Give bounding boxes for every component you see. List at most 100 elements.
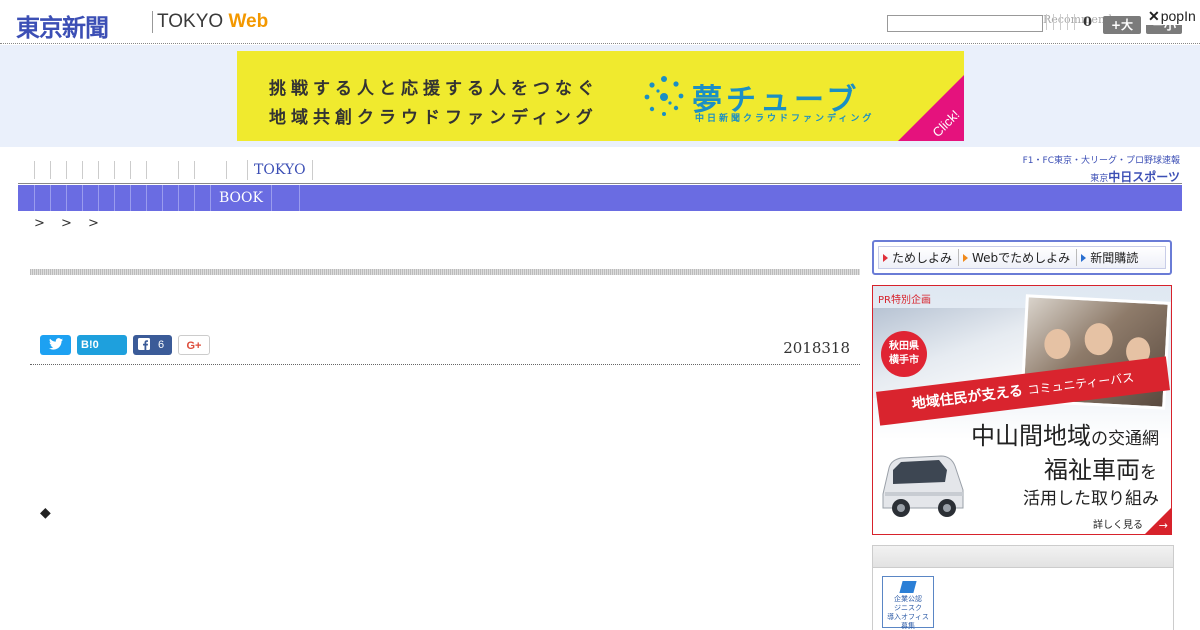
nav-item-tokyo[interactable]: TOKYO — [247, 160, 313, 180]
banner-line1: 挑戦する人と応援する人をつなぐ — [269, 79, 599, 99]
dream-tube-logo-icon — [644, 76, 684, 116]
twitter-share-button[interactable] — [40, 335, 71, 355]
subscribe-label: 新聞購読 — [1090, 251, 1139, 265]
sub-nav-item[interactable] — [162, 185, 178, 211]
logo-tokyo-text: TOKYO — [157, 11, 224, 32]
pr-headline-2: 福祉車両を — [1044, 450, 1157, 485]
nav-item[interactable] — [114, 161, 130, 179]
logo-tokyo-web[interactable]: TOKYO Web — [157, 11, 268, 33]
popin-label: popIn — [1160, 8, 1196, 24]
office-recruit-badge[interactable]: 企業公認 ジニスク 導入オフィス 募集 — [882, 576, 934, 630]
article-date: 2018318 — [783, 339, 850, 357]
ribbon-main: 地域住民が支える — [911, 383, 1024, 413]
web-trial-reading-label: Webでためしよみ — [972, 251, 1071, 265]
nav-item[interactable] — [226, 161, 242, 179]
trial-reading-link[interactable]: ためしよみ — [879, 249, 958, 266]
nav-item[interactable] — [98, 161, 114, 179]
article-date-rule — [30, 364, 860, 365]
city-badge-line2: 横手市 — [889, 355, 919, 366]
logo-tokyo-shimbun[interactable]: 東京新聞 — [16, 8, 109, 43]
sub-nav-item[interactable] — [82, 185, 98, 211]
trial-reading-links: ためしよみ Webでためしよみ 新聞購読 — [878, 246, 1166, 269]
nav-item[interactable] — [82, 161, 98, 179]
city-badge: 秋田県 横手市 — [881, 331, 927, 377]
sub-nav-item[interactable] — [66, 185, 82, 211]
chunichi-sports-link[interactable]: F1・FC東京・大リーグ・プロ野球速報 東京中日スポーツ — [1020, 153, 1180, 185]
sidebar-box: 企業公認 ジニスク 導入オフィス 募集 — [872, 545, 1174, 630]
pr-headline-2-small: を — [1140, 463, 1157, 483]
triangle-right-icon — [1081, 253, 1087, 262]
sub-nav-item[interactable] — [98, 185, 114, 211]
crowdfunding-banner[interactable]: 挑戦する人と応援する人をつなぐ 地域共創クラウドファンディング 夢チューブ 中日… — [237, 51, 964, 141]
face-shape — [1083, 322, 1114, 356]
banner-line2: 地域共創クラウドファンディング — [269, 108, 598, 128]
sub-nav-item[interactable] — [178, 185, 194, 211]
welfare-van-image — [882, 455, 964, 517]
nav-divider — [18, 183, 1182, 184]
breadcrumb[interactable]: > > > — [34, 216, 99, 231]
web-trial-reading-link[interactable]: Webでためしよみ — [958, 249, 1076, 266]
close-icon[interactable]: ✕ — [1148, 8, 1160, 24]
nav-item[interactable] — [194, 161, 226, 179]
article-title-rule — [30, 269, 860, 275]
badge-line4: 募集 — [901, 622, 915, 630]
pr-headline-1: 中山間地域の交通網 — [971, 416, 1159, 451]
facebook-count: 6 — [158, 339, 165, 351]
pr-read-more[interactable]: 詳しく見る — [1093, 516, 1143, 531]
ribbon-sub: コミュニティーバス — [1026, 370, 1135, 398]
triangle-right-icon — [883, 253, 888, 262]
chunichi-tagline: F1・FC東京・大リーグ・プロ野球速報 — [1022, 156, 1180, 166]
facebook-share-button[interactable]: 6 — [133, 335, 172, 355]
sub-nav-item[interactable] — [146, 185, 162, 211]
trial-reading-box: ためしよみ Webでためしよみ 新聞購読 — [872, 240, 1172, 275]
pr-headline-1-small: の交通網 — [1091, 429, 1159, 449]
pr-headline-2-big: 福祉車両 — [1044, 456, 1140, 484]
triangle-right-icon — [963, 253, 969, 262]
sub-nav-item[interactable] — [114, 185, 130, 211]
sub-nav-item[interactable] — [50, 185, 66, 211]
badge-line1: 企業公認 — [894, 595, 922, 603]
nav-item[interactable] — [146, 161, 178, 179]
sub-nav-bar: BOOK — [18, 185, 1182, 211]
face-shape — [1043, 328, 1072, 360]
google-plus-share-button[interactable]: G+ — [178, 335, 210, 355]
nav-item[interactable] — [50, 161, 66, 179]
sub-nav-item[interactable] — [34, 185, 50, 211]
search-input[interactable] — [887, 15, 1043, 32]
city-badge-line1: 秋田県 — [889, 341, 919, 352]
sub-nav-item-book[interactable]: BOOK — [210, 185, 272, 211]
section-bullet: ◆ — [40, 505, 51, 521]
sub-nav-item[interactable] — [284, 185, 300, 211]
nav-item[interactable] — [34, 161, 50, 179]
sub-nav-item[interactable] — [130, 185, 146, 211]
hatena-label: B! — [81, 339, 93, 351]
logo-divider — [152, 11, 153, 33]
jinisk-logo-icon — [899, 581, 917, 593]
recommend-ticks — [1046, 14, 1075, 32]
hatena-bookmark-button[interactable]: B!0 — [77, 335, 127, 355]
popin-badge[interactable]: ✕popIn — [1146, 8, 1198, 25]
banner-subtitle: 中日新聞クラウドファンディング — [695, 114, 875, 124]
twitter-icon — [48, 338, 63, 350]
pr-headline-1-big: 中山間地域 — [971, 422, 1091, 450]
nav-item[interactable] — [66, 161, 82, 179]
main-nav — [34, 161, 242, 179]
facebook-icon — [138, 338, 150, 351]
nav-item[interactable] — [178, 161, 194, 179]
hatena-count: 0 — [92, 339, 99, 351]
sub-nav-items — [34, 185, 210, 211]
sidebar-box-header — [873, 546, 1173, 568]
chunichi-logo-text: 中日スポーツ — [1108, 170, 1180, 184]
pr-headline-3: 活用した取り組み — [1023, 489, 1159, 509]
pr-special-ad[interactable]: PR特別企画 秋田県横手市 地域住民が支える コミュニティーバス 中山間地域の交… — [872, 285, 1172, 535]
trial-reading-label: ためしよみ — [892, 251, 953, 265]
subscribe-link[interactable]: 新聞購読 — [1076, 249, 1144, 266]
badge-line2: ジニスク — [894, 604, 922, 612]
site-header: 東京新聞 TOKYO Web Recommend 0 +大 －小 ✕popIn — [0, 0, 1200, 44]
font-larger-button[interactable]: +大 — [1103, 16, 1141, 34]
arrow-right-icon[interactable]: → — [1159, 519, 1168, 532]
logo-web-text: Web — [228, 11, 269, 32]
nav-item[interactable] — [130, 161, 146, 179]
sub-nav-item[interactable] — [194, 185, 210, 211]
pr-label: PR特別企画 — [878, 295, 931, 306]
